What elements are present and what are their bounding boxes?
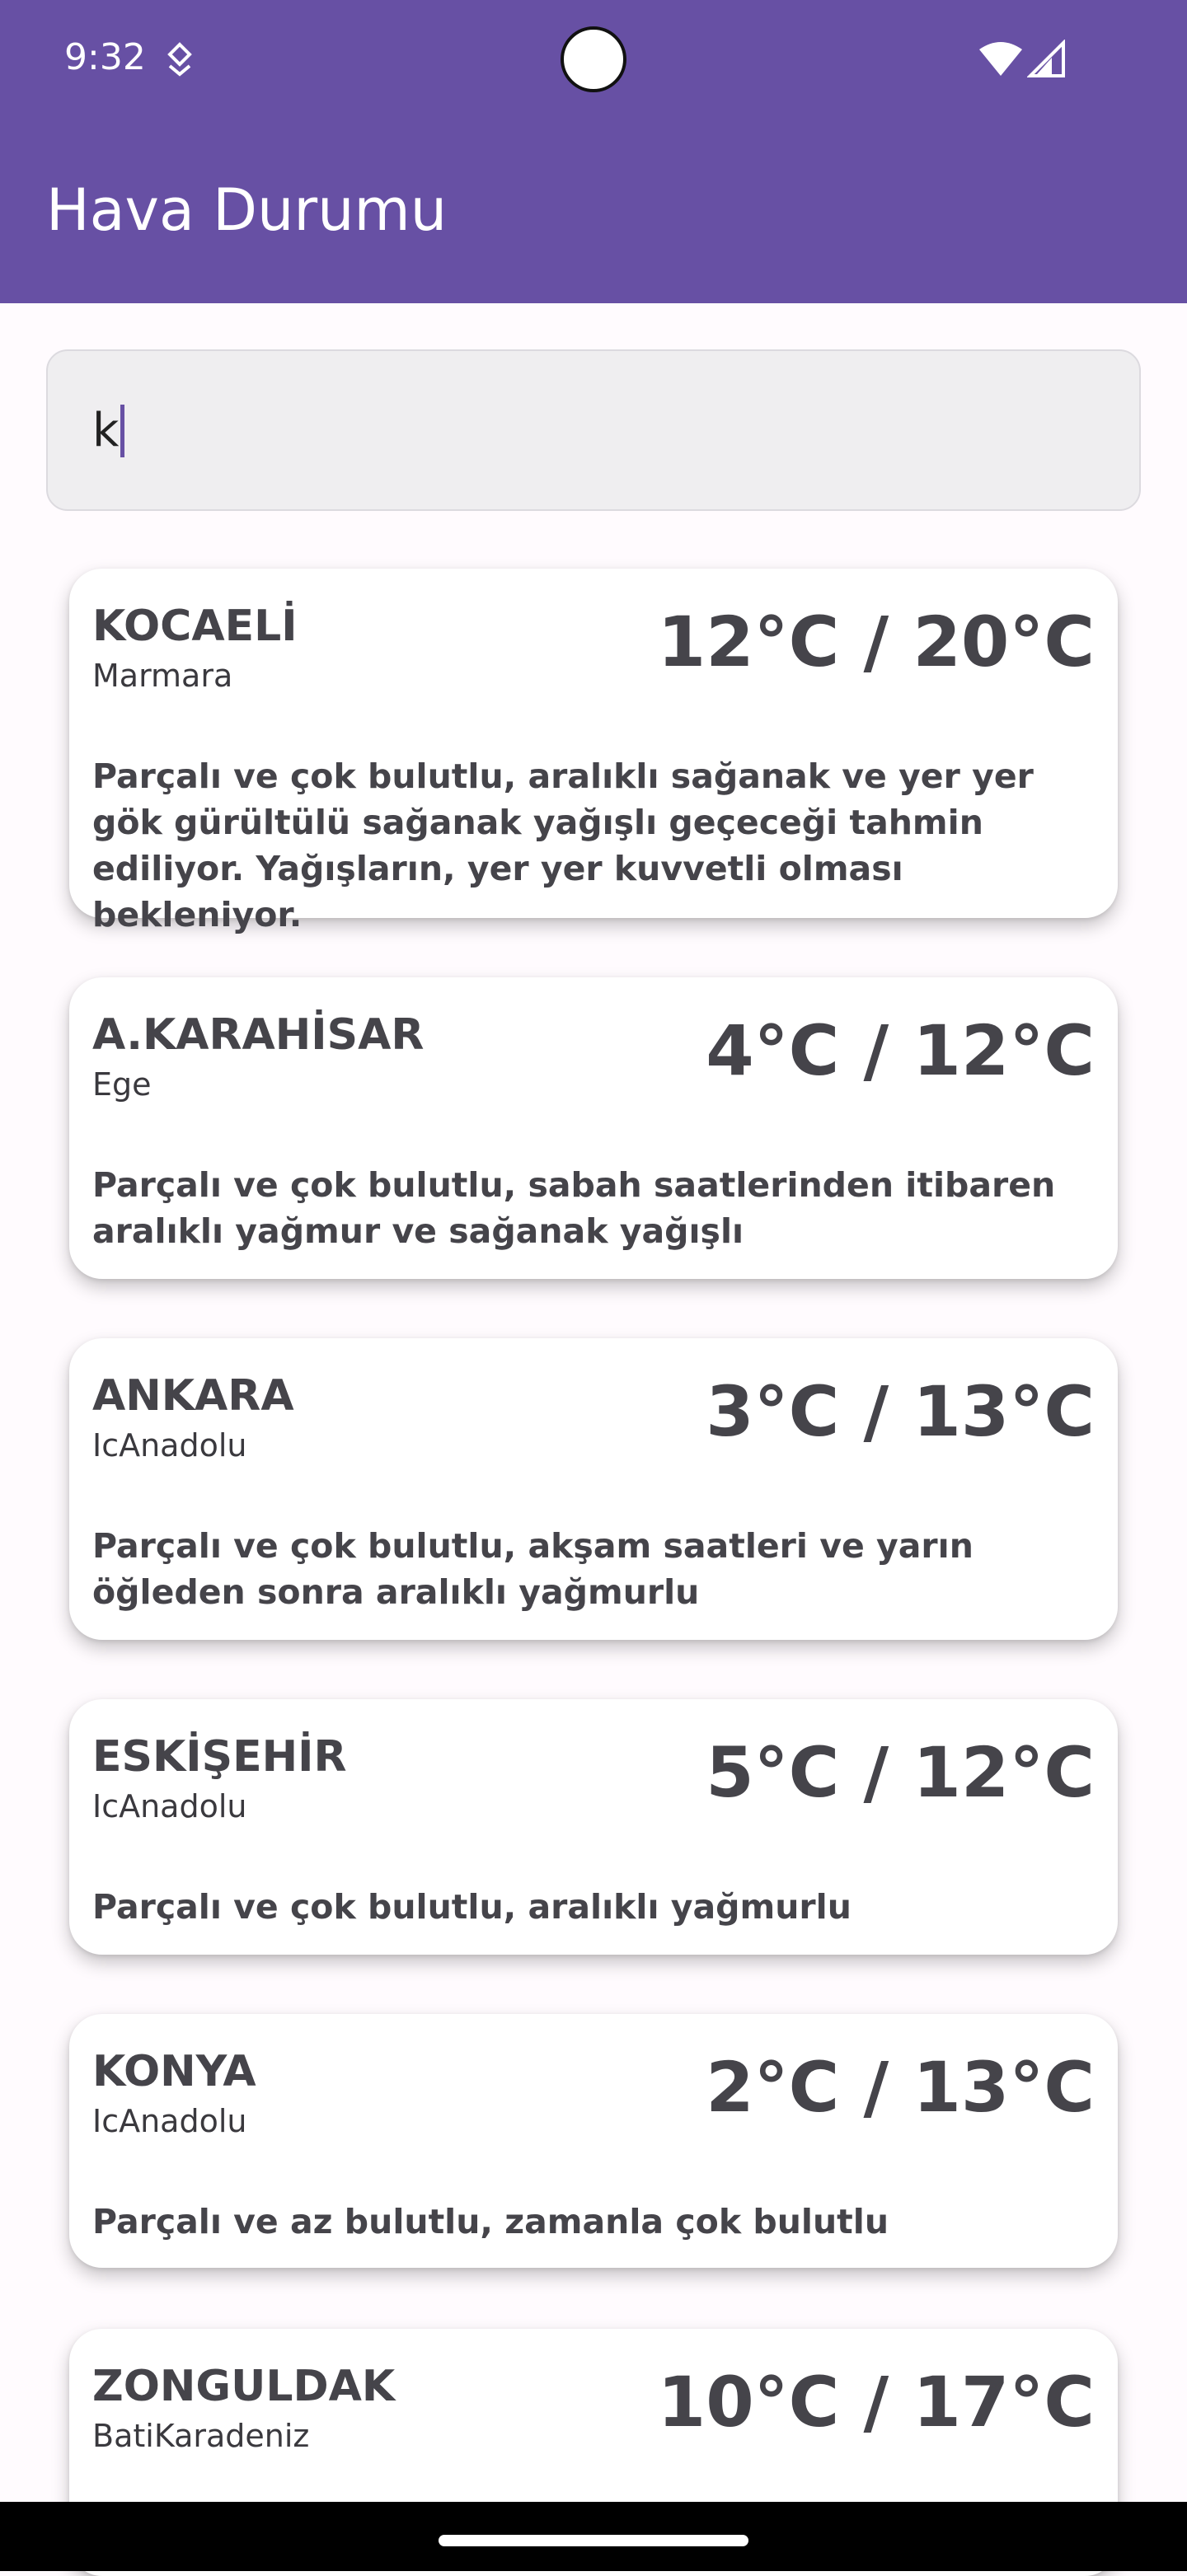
forecast-description: Parçalı ve az bulutlu, zamanla çok bulut…: [92, 2202, 889, 2241]
forecast-description: Parçalı ve çok bulutlu, sabah saatlerind…: [92, 1165, 1056, 1251]
weather-card[interactable]: ESKİŞEHİR IcAnadolu 5°C / 12°C Parçalı v…: [69, 1699, 1118, 1955]
city-name: A.KARAHİSAR: [92, 1010, 425, 1060]
navigation-bar: [0, 2502, 1187, 2571]
forecast-description: Parçalı ve çok bulutlu, akşam saatleri v…: [92, 1526, 974, 1612]
notification-icon: [167, 42, 192, 77]
temperature-range: 4°C / 12°C: [706, 1010, 1095, 1091]
region-name: Marmara: [92, 658, 233, 694]
temperature-range: 3°C / 13°C: [706, 1371, 1095, 1452]
search-value: k: [92, 404, 125, 457]
search-input[interactable]: k: [46, 349, 1141, 511]
forecast-description: Parçalı ve çok bulutlu, aralıklı yağmurl…: [92, 1887, 852, 1927]
region-name: IcAnadolu: [92, 1788, 247, 1824]
status-time: 9:32: [64, 36, 146, 78]
wifi-icon: [979, 42, 1022, 76]
region-name: BatiKaradeniz: [92, 2418, 310, 2454]
status-bar: 9:32: [0, 0, 1187, 119]
app-bar: Hava Durumu: [0, 119, 1187, 303]
search-text: k: [92, 404, 120, 457]
city-name: KOCAELİ: [92, 602, 298, 651]
forecast-description: Parçalı ve çok bulutlu, aralıklı sağanak…: [92, 756, 1034, 934]
text-cursor: [120, 404, 125, 457]
city-name: ZONGULDAK: [92, 2362, 396, 2411]
home-gesture-handle[interactable]: [439, 2535, 748, 2546]
temperature-range: 5°C / 12°C: [706, 1732, 1095, 1813]
city-name: ANKARA: [92, 1371, 294, 1421]
app-title: Hava Durumu: [46, 176, 448, 244]
weather-card[interactable]: ANKARA IcAnadolu 3°C / 13°C Parçalı ve ç…: [69, 1338, 1118, 1640]
weather-card[interactable]: KOCAELİ Marmara 12°C / 20°C Parçalı ve ç…: [69, 569, 1118, 934]
city-name: ESKİŞEHİR: [92, 1732, 347, 1782]
city-name: KONYA: [92, 2047, 256, 2096]
temperature-range: 2°C / 13°C: [706, 2047, 1095, 2128]
region-name: IcAnadolu: [92, 1427, 247, 1464]
weather-card[interactable]: KONYA IcAnadolu 2°C / 13°C Parçalı ve az…: [69, 2014, 1118, 2268]
region-name: IcAnadolu: [92, 2103, 247, 2139]
weather-card[interactable]: A.KARAHİSAR Ege 4°C / 12°C Parçalı ve ço…: [69, 977, 1118, 1279]
temperature-range: 10°C / 17°C: [657, 2362, 1095, 2443]
region-name: Ege: [92, 1066, 152, 1103]
signal-icon: [1027, 40, 1065, 77]
temperature-range: 12°C / 20°C: [657, 602, 1095, 682]
camera-cutout: [561, 26, 626, 92]
